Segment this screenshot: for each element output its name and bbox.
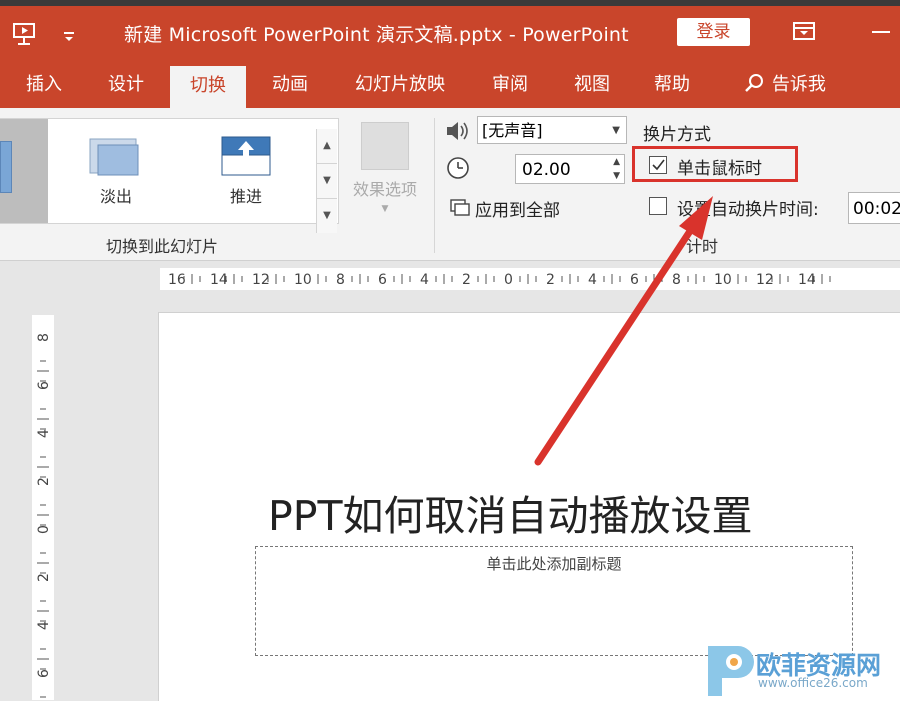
- office26-logo-icon: [708, 646, 754, 696]
- watermark: 欧菲资源网 www.office26.com: [700, 640, 900, 700]
- watermark-url: www.office26.com: [758, 676, 868, 690]
- annotation-arrow-icon: [534, 196, 713, 466]
